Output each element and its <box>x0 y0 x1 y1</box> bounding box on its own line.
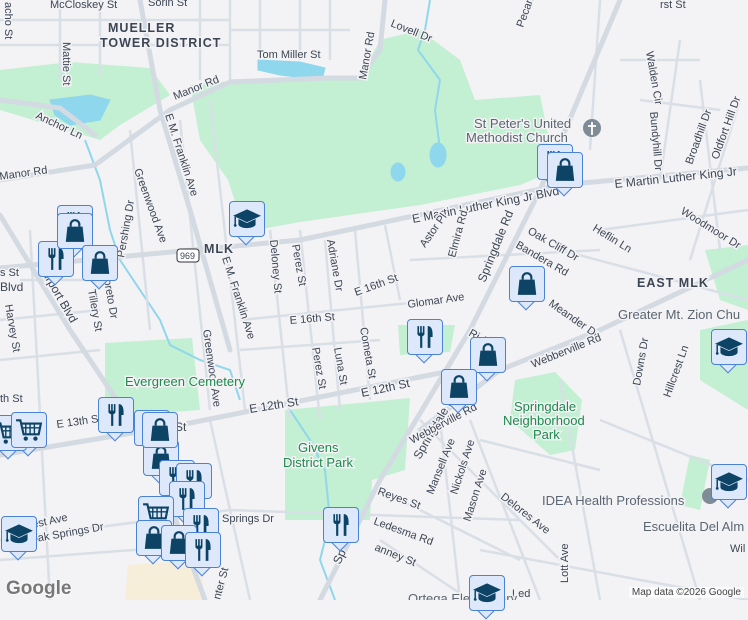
poi-label: St Peter's United <box>474 116 571 131</box>
park-label: Springdale <box>514 399 576 414</box>
street-label: Hillcrest Ln <box>662 344 692 399</box>
neighborhood-label: TOWER DISTRICT <box>100 36 221 50</box>
restaurant-icon <box>98 397 134 433</box>
shopping-marker[interactable] <box>547 152 585 196</box>
neighborhood-label: MUELLER <box>108 21 175 35</box>
shopping-marker[interactable] <box>441 369 479 413</box>
street-label: McCloskey St <box>50 0 117 11</box>
street-label: Mattie St <box>60 42 72 85</box>
park-label: Park <box>533 427 560 442</box>
street-label: rst St <box>660 0 686 11</box>
street-label: Downs Dr <box>631 337 651 387</box>
street-label: Lott Ave <box>559 543 571 583</box>
park-label: Neighborhood <box>503 413 585 428</box>
school-icon <box>711 329 747 365</box>
map-canvas[interactable]: MUELLER TOWER DISTRICT EAST MLK McCloske… <box>0 0 748 600</box>
restaurant-icon <box>407 319 443 355</box>
street-label: Oldfort Hill Dr <box>710 95 744 161</box>
street-label: anney St <box>373 542 418 569</box>
school-marker[interactable] <box>1 516 39 560</box>
map-attribution[interactable]: Map data ©2026 Google <box>629 587 744 598</box>
school-marker[interactable] <box>229 201 267 245</box>
shopping-icon <box>82 245 118 281</box>
street-label: Glomar Ave <box>407 291 465 311</box>
restaurant-marker[interactable] <box>407 319 445 363</box>
restaurant-icon <box>185 532 221 568</box>
shopping-icon <box>441 369 477 405</box>
street-label: Perez St <box>309 346 328 390</box>
school-marker[interactable] <box>711 464 748 508</box>
neighborhood-label: EAST MLK <box>637 276 709 290</box>
street-label: Greenwood Ave <box>200 329 223 408</box>
street-label: Pecan <box>515 0 537 29</box>
shopping-icon <box>142 412 178 448</box>
street-label: Wil <box>730 543 745 555</box>
school-marker[interactable] <box>469 575 507 619</box>
street-label: Bundyhill Dr <box>647 111 664 171</box>
restaurant-marker[interactable] <box>185 532 223 576</box>
street-label: Manor Rd <box>0 164 48 183</box>
grocery-icon <box>11 412 47 448</box>
shopping-icon <box>509 266 545 302</box>
street-label: Perez St <box>289 243 308 287</box>
shopping-marker[interactable] <box>509 266 547 310</box>
restaurant-icon <box>323 507 359 543</box>
street-label: Sorin St <box>148 0 187 9</box>
school-icon <box>469 575 505 611</box>
street-label: th St <box>0 393 23 405</box>
restaurant-marker[interactable] <box>98 397 136 441</box>
highway-number: 969 <box>180 251 195 261</box>
street-label: Luna St <box>331 346 349 385</box>
street-label: Springs Dr <box>222 513 274 525</box>
street-label: Deloney St <box>267 239 284 294</box>
poi-label: Greater Mt. Zion Chu <box>618 307 740 322</box>
school-icon <box>229 201 265 237</box>
street-label: Harvey St <box>2 303 22 353</box>
park-label: Givens <box>298 440 339 455</box>
street-label: s St <box>0 267 19 279</box>
street-label: Cometa St <box>357 326 378 379</box>
shopping-icon <box>470 337 506 373</box>
poi-label: IDEA Health Professions <box>542 493 685 508</box>
street-label: Blvd <box>0 280 23 294</box>
school-marker[interactable] <box>711 329 748 373</box>
poi-label: Escuelita Del Alm <box>643 519 744 534</box>
shopping-icon <box>57 213 93 249</box>
school-icon <box>711 464 747 500</box>
school-icon <box>1 516 37 552</box>
street-label: acho St <box>2 2 14 39</box>
park-label: District Park <box>283 455 354 470</box>
street-label: Tom Miller St <box>257 49 321 61</box>
street-label: E Martin Luther King Jr <box>614 164 738 191</box>
poi-label: Methodist Church <box>466 130 568 145</box>
shopping-marker[interactable] <box>82 245 120 289</box>
google-logo: Google <box>6 578 71 600</box>
restaurant-marker[interactable] <box>323 507 361 551</box>
street-label: E 16th St <box>289 311 335 327</box>
shopping-icon <box>547 152 583 188</box>
street-label: E 13th St <box>56 413 102 431</box>
park-label: Evergreen Cemetery <box>125 374 245 389</box>
street-label: Reyes St <box>376 486 422 513</box>
